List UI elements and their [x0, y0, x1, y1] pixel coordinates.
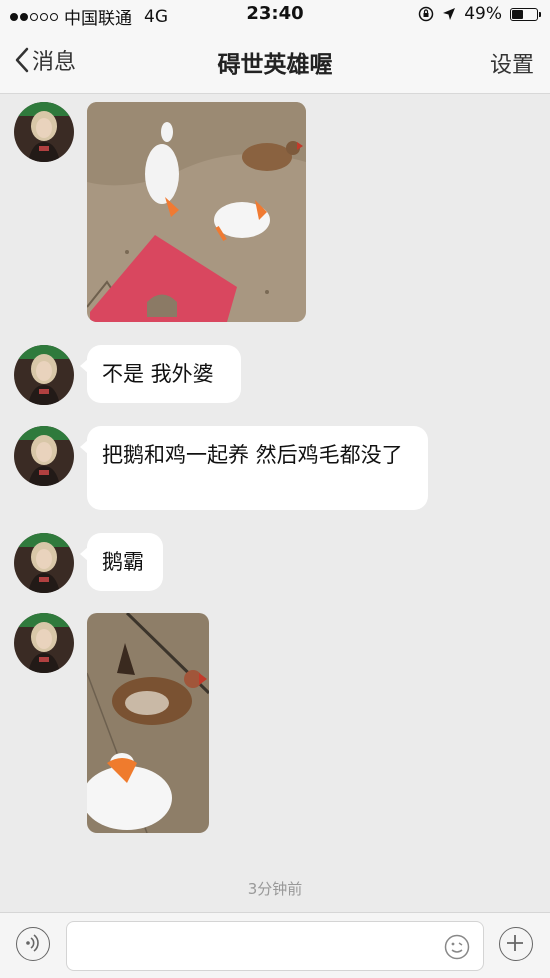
back-label: 消息 [32, 50, 77, 75]
back-button[interactable]: 消息 [14, 44, 76, 76]
message-bubble[interactable]: 把鹅和鸡一起养 然后鸡毛都没了 [80, 426, 428, 510]
message-image[interactable] [87, 613, 209, 833]
voice-button[interactable] [16, 927, 50, 961]
avatar[interactable] [14, 102, 74, 162]
message-text: 鹅霸 [102, 550, 144, 574]
avatar[interactable] [14, 613, 74, 673]
input-bar [0, 912, 550, 978]
status-right: 49% [418, 4, 541, 24]
avatar[interactable] [14, 345, 74, 405]
photo-geese-chickens-icon [87, 102, 306, 322]
message-text: 不是 我外婆 [102, 362, 214, 386]
settings-button[interactable]: 设置 [490, 47, 534, 79]
message-input[interactable] [66, 921, 484, 971]
voice-wave-icon [26, 934, 40, 953]
location-arrow-icon [443, 8, 456, 20]
plus-icon [507, 935, 524, 952]
avatar-photo [14, 102, 74, 162]
avatar-photo [14, 345, 74, 405]
avatar-photo [14, 426, 74, 486]
avatar-photo [14, 533, 74, 593]
add-button[interactable] [499, 927, 533, 961]
message-image[interactable] [87, 102, 306, 322]
chevron-left-icon [15, 47, 29, 73]
orientation-lock-icon [418, 6, 434, 22]
message-text: 把鹅和鸡一起养 然后鸡毛都没了 [102, 443, 403, 467]
message-timestamp: 3分钟前 [247, 880, 303, 898]
battery-percent: 49% [464, 4, 502, 24]
battery-level [512, 9, 523, 19]
avatar-photo [14, 613, 74, 673]
message-bubble[interactable]: 鹅霸 [80, 533, 163, 591]
nav-bar: 消息 碍世英雄喔 设置 [0, 30, 550, 94]
battery-icon [510, 7, 541, 21]
avatar[interactable] [14, 533, 74, 593]
message-bubble[interactable]: 不是 我外婆 [80, 345, 241, 403]
chat-title: 碍世英雄喔 [217, 52, 333, 78]
avatar[interactable] [14, 426, 74, 486]
photo-goose-chicken-icon [87, 613, 209, 833]
status-bar: 中国联通 4G 23:40 49% [0, 0, 550, 30]
emoji-icon[interactable] [444, 934, 470, 960]
